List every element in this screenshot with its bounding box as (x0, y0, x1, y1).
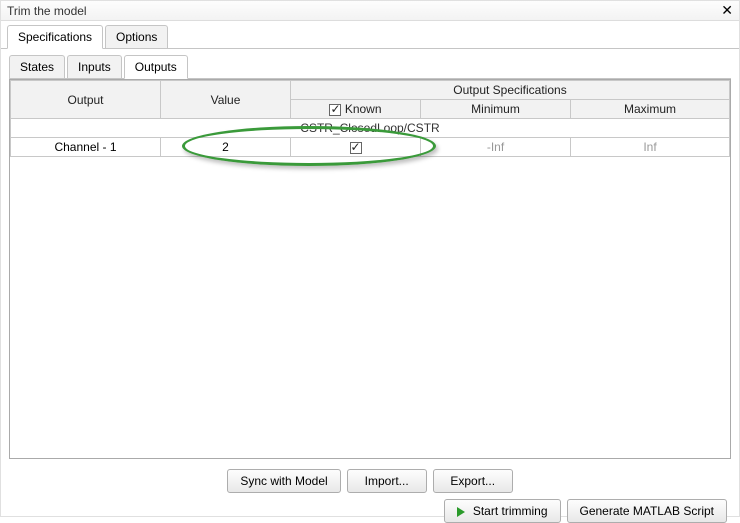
col-output: Output (11, 81, 161, 119)
col-known: Known (291, 100, 421, 119)
known-cell[interactable] (291, 138, 421, 157)
content-area: States Inputs Outputs Output Value Outpu… (1, 49, 739, 504)
title-bar: Trim the model ✕ (1, 1, 739, 21)
button-row-center: Sync with Model Import... Export... (9, 469, 731, 493)
max-cell[interactable]: Inf (571, 138, 730, 157)
button-row-right: Start trimming Generate MATLAB Script (9, 499, 731, 523)
outputs-grid: Output Value Output Specifications Known… (9, 79, 731, 459)
play-icon (457, 507, 465, 517)
tab-states[interactable]: States (9, 55, 65, 78)
min-cell[interactable]: -Inf (421, 138, 571, 157)
col-maximum: Maximum (571, 100, 730, 119)
start-trimming-button[interactable]: Start trimming (444, 499, 560, 523)
channel-name: Channel - 1 (11, 138, 161, 157)
table-row: Channel - 1 2 -Inf Inf (11, 138, 730, 157)
tab-outputs[interactable]: Outputs (124, 55, 188, 79)
col-value: Value (161, 81, 291, 119)
tab-specifications[interactable]: Specifications (7, 25, 103, 49)
col-minimum: Minimum (421, 100, 571, 119)
inner-tab-bar: States Inputs Outputs (9, 55, 731, 79)
group-row: CSTR_ClosedLoop/CSTR (11, 119, 730, 138)
group-label: CSTR_ClosedLoop/CSTR (11, 119, 730, 138)
start-trimming-label: Start trimming (473, 504, 548, 518)
import-button[interactable]: Import... (347, 469, 427, 493)
window-title: Trim the model (7, 4, 87, 18)
col-known-label: Known (345, 102, 382, 116)
tab-inputs[interactable]: Inputs (67, 55, 122, 78)
sync-button[interactable]: Sync with Model (227, 469, 340, 493)
generate-script-button[interactable]: Generate MATLAB Script (567, 499, 728, 523)
col-known-checkbox[interactable] (329, 104, 341, 116)
outputs-table: Output Value Output Specifications Known… (10, 80, 730, 157)
close-icon[interactable]: ✕ (721, 2, 733, 19)
value-cell[interactable]: 2 (161, 138, 291, 157)
export-button[interactable]: Export... (433, 469, 513, 493)
tab-options[interactable]: Options (105, 25, 168, 48)
col-output-specs: Output Specifications (291, 81, 730, 100)
known-checkbox[interactable] (350, 142, 362, 154)
outer-tab-bar: Specifications Options (1, 21, 739, 49)
